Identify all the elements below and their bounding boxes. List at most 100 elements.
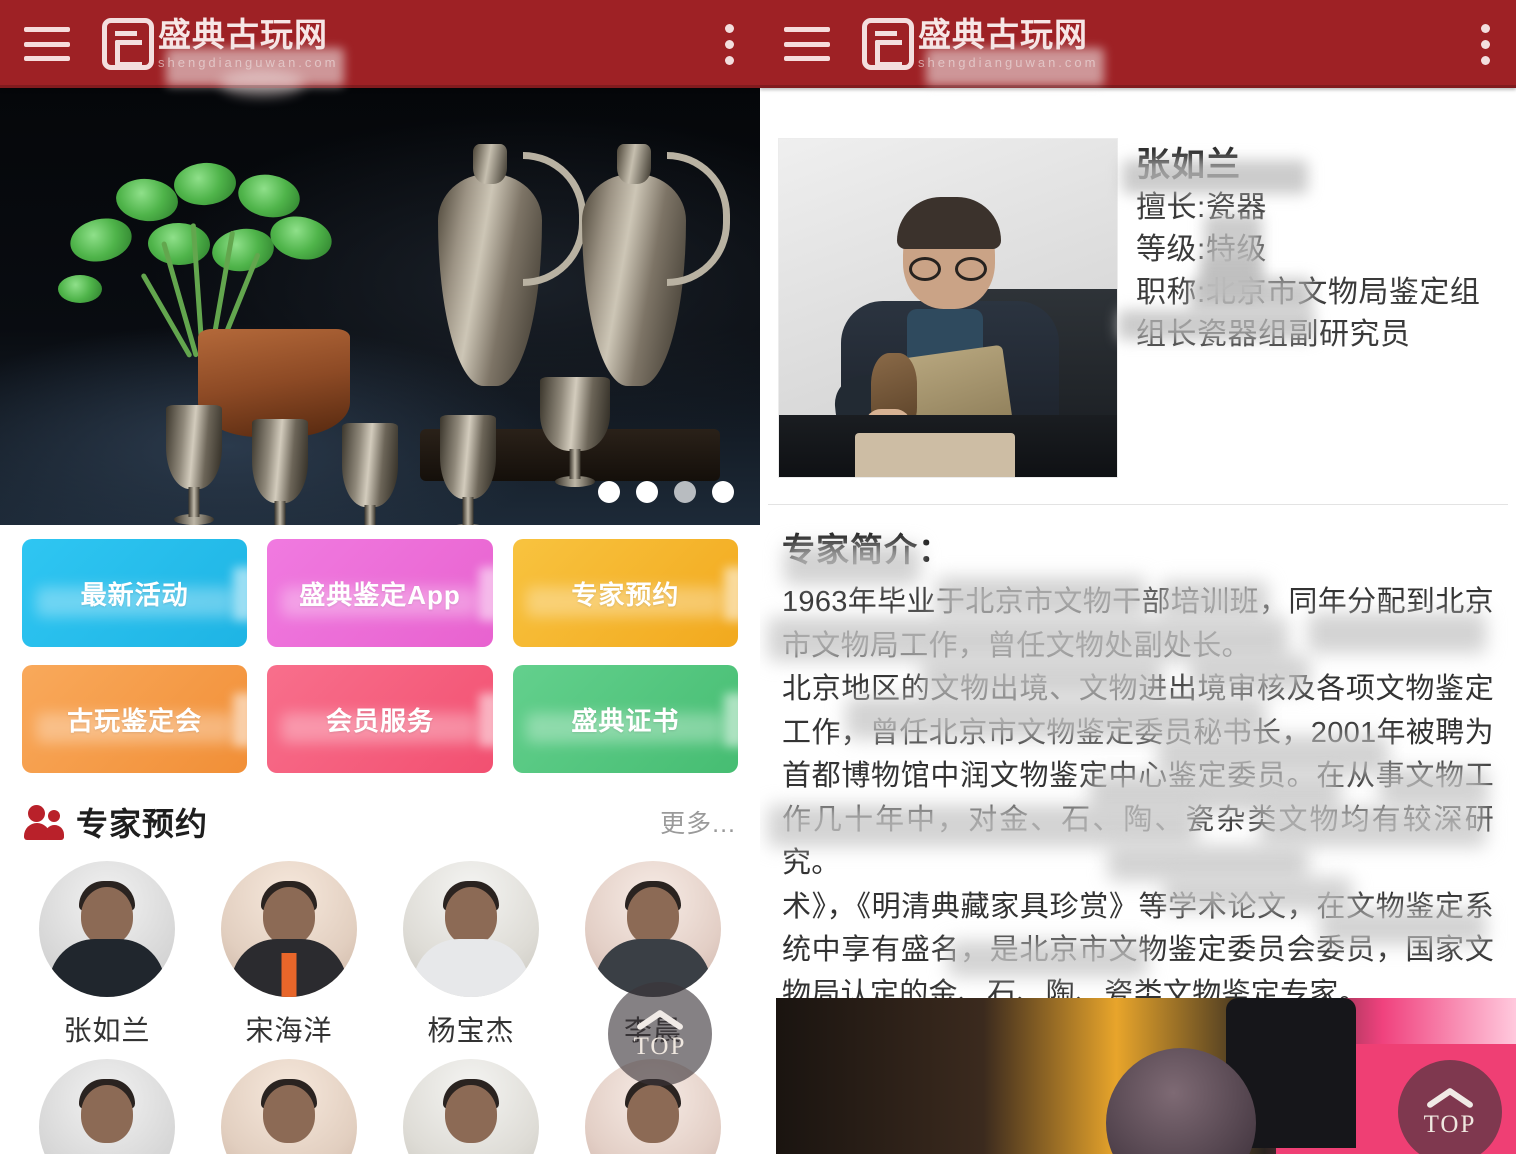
leaf (266, 211, 336, 265)
avatar (585, 861, 721, 997)
carousel-indicator[interactable] (598, 481, 734, 503)
bio-paragraph: 1963年毕业于北京市文物干部培训班，同年分配到北京市文物局工作，曾任文物处副处… (782, 586, 1494, 662)
avatar[interactable] (39, 1059, 175, 1154)
quick-action-grid: 最新活动 盛典鉴定App 专家预约 古玩鉴定会 会员服务 盛典证书 (0, 525, 760, 781)
chevron-up-icon (1427, 1085, 1473, 1109)
tile-appraisal-app[interactable]: 盛典鉴定App (267, 539, 493, 647)
redaction-blur (723, 567, 738, 621)
tile-label: 古玩鉴定会 (67, 705, 203, 736)
bio-paragraph: 术》，《明清典藏家具珍赏》等学术论文，在文物鉴定系统中享有盛名，是北京市文物鉴定… (782, 890, 1494, 1010)
kebab-dot (724, 23, 734, 33)
app-header-left: 盛典古玩网 shengdianguwan.com (0, 0, 760, 96)
hamburger-bar (24, 56, 70, 61)
tile-label: 盛典证书 (571, 705, 680, 736)
kebab-dot (724, 39, 734, 49)
tile-label: 最新活动 (80, 579, 189, 610)
logo-icon (862, 18, 914, 70)
brand-logo[interactable]: 盛典古玩网 shengdianguwan.com (102, 15, 344, 96)
tile-label: 会员服务 (325, 705, 434, 736)
hamburger-icon[interactable] (782, 23, 834, 65)
expert-level: 等级:特级 (1136, 233, 1267, 267)
left-pane-home: 盛典古玩网 shengdianguwan.com 最新活动 盛典鉴定App 专家… (0, 0, 760, 1154)
tile-appraisal-meeting[interactable]: 古玩鉴定会 (22, 665, 248, 773)
tile-expert-booking[interactable]: 专家预约 (512, 539, 738, 647)
kebab-menu-icon[interactable] (1480, 23, 1490, 65)
kebab-menu-icon[interactable] (724, 23, 734, 65)
people-icon (24, 803, 68, 841)
carousel-dot[interactable] (712, 481, 734, 503)
silver-goblet (342, 423, 398, 507)
expert-bio: 专家简介： 1963年毕业于北京市文物干部培训班，同年分配到北京市文物局工作，曾… (760, 505, 1516, 1024)
app-header-right: 盛典古玩网 shengdianguwan.com (760, 0, 1516, 88)
brand-text: 盛典古玩网 shengdianguwan.com (918, 15, 1104, 86)
expert-card[interactable]: 宋海洋 (198, 861, 380, 1049)
avatar (221, 861, 357, 997)
redaction-blur (478, 693, 493, 747)
tile-member-service[interactable]: 会员服务 (267, 665, 493, 773)
expert-profile: 张如兰 擅长:瓷器 等级:特级 职称:北京市文物局鉴定组组长瓷器组副研究员 (760, 88, 1516, 504)
hero-carousel[interactable] (0, 88, 760, 525)
more-link[interactable]: 更多... (660, 804, 736, 840)
tile-latest-activity[interactable]: 最新活动 (22, 539, 248, 647)
kebab-dot (1480, 55, 1490, 65)
kebab-dot (1480, 23, 1490, 33)
tile-label: 专家预约 (571, 579, 680, 610)
expert-title: 职称:北京市文物局鉴定组组长瓷器组副研究员 (1136, 275, 1481, 352)
app-title: 盛典古玩网 (158, 15, 328, 54)
leaf (172, 160, 238, 208)
silver-goblet (252, 419, 308, 503)
hamburger-bar (24, 27, 70, 32)
app-subtitle: shengdianguwan.com (158, 55, 339, 70)
redaction-blur (233, 693, 248, 747)
hamburger-icon[interactable] (22, 23, 74, 65)
scroll-to-top-button[interactable]: TOP (608, 982, 712, 1086)
chevron-up-icon (637, 1007, 683, 1031)
expert-photo (778, 138, 1118, 478)
silver-goblet (540, 377, 610, 487)
redaction-blur (478, 567, 493, 621)
expert-meta: 张如兰 擅长:瓷器 等级:特级 职称:北京市文物局鉴定组组长瓷器组副研究员 (1118, 138, 1500, 478)
expert-card[interactable]: 张如兰 (16, 861, 198, 1049)
expert-name: 张如兰 (63, 1015, 151, 1046)
brand-logo[interactable]: 盛典古玩网 shengdianguwan.com (862, 15, 1104, 86)
silver-goblet (440, 415, 496, 525)
silver-goblet (166, 405, 222, 525)
redaction-blur (233, 567, 248, 621)
bio-paragraph: 北京地区的文物出境、文物进出境审核及各项文物鉴定工作，曾任北京市文物鉴定委员秘书… (782, 673, 1494, 879)
tile-certificate[interactable]: 盛典证书 (512, 665, 738, 773)
leaf (147, 221, 211, 267)
kebab-dot (724, 55, 734, 65)
leaf (234, 169, 304, 223)
expert-section-header: 专家预约 更多... (0, 781, 760, 855)
kebab-dot (1480, 39, 1490, 49)
top-button-label: TOP (1423, 1111, 1477, 1138)
section-title: 专家预约 (76, 806, 209, 842)
tile-label: 盛典鉴定App (299, 579, 461, 610)
dual-pane-screenshot: 盛典古玩网 shengdianguwan.com 最新活动 盛典鉴定App 专家… (0, 0, 1516, 1154)
avatar[interactable] (403, 1059, 539, 1154)
carousel-dot[interactable] (636, 481, 658, 503)
app-title: 盛典古玩网 (918, 15, 1088, 54)
carousel-dot[interactable] (598, 481, 620, 503)
avatar (403, 861, 539, 997)
leaf (66, 213, 136, 267)
leaf (113, 175, 181, 225)
expert-name: 宋海洋 (245, 1015, 333, 1046)
expert-detail-body: 张如兰 擅长:瓷器 等级:特级 职称:北京市文物局鉴定组组长瓷器组副研究员 专家… (760, 88, 1516, 1154)
logo-icon (102, 18, 154, 70)
hamburger-bar (24, 41, 70, 47)
expert-name: 杨宝杰 (427, 1015, 515, 1046)
scroll-to-top-button[interactable]: TOP (1398, 1060, 1502, 1154)
carousel-slide-image (0, 88, 760, 525)
hamburger-bar (784, 27, 830, 32)
expert-card[interactable]: 杨宝杰 (380, 861, 562, 1049)
bio-heading: 专家简介： (782, 531, 952, 568)
carousel-dot[interactable] (674, 481, 696, 503)
top-button-label: TOP (633, 1033, 687, 1060)
right-pane-expert-detail: 盛典古玩网 shengdianguwan.com 张如兰 擅长:瓷器 等级:特级… (760, 0, 1516, 1154)
plant-decor (58, 157, 382, 359)
expert-specialty: 擅长:瓷器 (1136, 190, 1267, 224)
avatar (39, 861, 175, 997)
avatar[interactable] (221, 1059, 357, 1154)
redaction-blur (723, 693, 738, 747)
